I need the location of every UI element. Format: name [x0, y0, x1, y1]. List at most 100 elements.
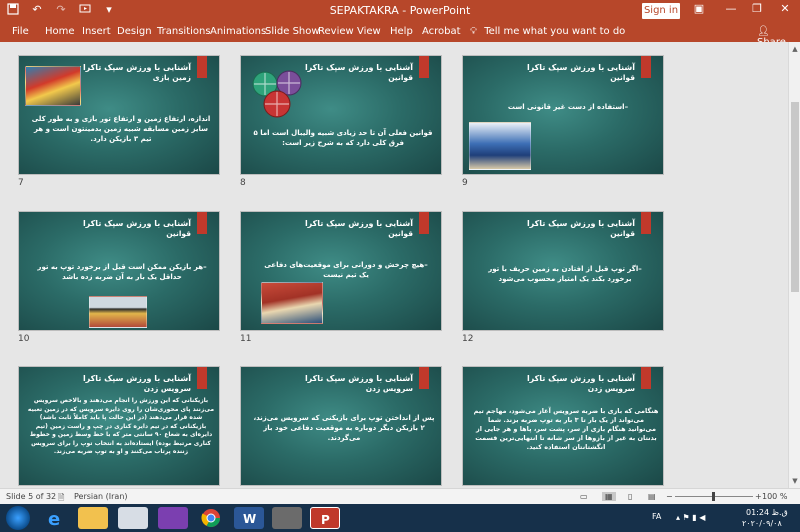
slide-decoration — [641, 367, 651, 389]
slide-number: 8 — [240, 178, 246, 188]
slide-sorter: آشنایی با ورزش سپک تاکرا زمین بازی انداز… — [0, 42, 800, 488]
slide-number: 11 — [240, 334, 252, 344]
slide-body: هنگامی که بازی با ضربه سرویس آغاز می‌شود… — [473, 407, 659, 451]
slide-thumbnail-14[interactable]: آشنایی با ورزش سپک تاکرا سرویس زدن پس از… — [240, 366, 442, 486]
slide-title: آشنایی با ورزش سپک تاکرا — [304, 374, 413, 383]
slide-thumbnail-9[interactable]: آشنایی با ورزش سپک تاکرا قوانین –استفاده… — [462, 55, 664, 175]
slide-decoration — [419, 367, 429, 389]
sepaktakra-net-photo — [89, 296, 147, 328]
scroll-up-icon[interactable]: ▲ — [790, 44, 800, 54]
slide-decoration — [197, 212, 207, 234]
slide-body: –هر بازیکن ممکن است قبل از برخورد توپ به… — [37, 263, 207, 281]
keyboard-language[interactable]: FA — [652, 512, 661, 521]
scrollbar-thumb[interactable] — [791, 102, 799, 292]
slide-subtitle: قوانین — [388, 229, 413, 238]
window-title: SEPAKTAKRA - PowerPoint — [329, 4, 471, 17]
tab-home[interactable]: Home — [45, 26, 75, 37]
tab-transitions[interactable]: Transitions — [157, 26, 211, 37]
slide-number: 9 — [462, 178, 468, 188]
word-icon[interactable]: W — [234, 507, 264, 529]
film-app-icon[interactable] — [272, 507, 302, 529]
slide-number: 7 — [18, 178, 24, 188]
slide-title: آشنایی با ورزش سپک تاکرا — [82, 219, 191, 228]
slide-decoration — [197, 56, 207, 78]
clock-time[interactable]: 01:24 ق.ظ — [746, 508, 788, 517]
slide-decoration — [641, 212, 651, 234]
tell-me-search[interactable]: 💡︎ Tell me what you want to do — [470, 26, 625, 37]
minimize-icon[interactable]: — — [722, 2, 740, 15]
slide-title: آشنایی با ورزش سپک تاکرا — [82, 374, 191, 383]
tab-insert[interactable]: Insert — [82, 26, 111, 37]
zoom-level[interactable]: 100 % — [762, 492, 787, 501]
windows-taskbar: e W P FA ▴ ⚑ ▮ ◀︎ 01:24 ق.ظ ۲۰۲۰/۰۹/۰۸ — [0, 504, 800, 532]
slide-body: اندازه، ارتفاع زمین و ارتفاع تور بازی و … — [31, 115, 211, 143]
tab-acrobat[interactable]: Acrobat — [422, 26, 461, 37]
chrome-icon[interactable] — [196, 507, 226, 529]
slide-title: آشنایی با ورزش سپک تاکرا — [526, 219, 635, 228]
tab-slide-show[interactable]: Slide Show — [265, 26, 320, 37]
slide-thumbnail-13[interactable]: آشنایی با ورزش سپک تاکرا سرویس زدن بازیک… — [18, 366, 220, 486]
internet-explorer-icon[interactable]: e — [40, 507, 70, 530]
clock-date[interactable]: ۲۰۲۰/۰۹/۰۸ — [742, 519, 782, 528]
person-icon: 👤︎ — [757, 26, 770, 37]
file-explorer-icon[interactable] — [78, 507, 108, 529]
notepad-icon[interactable] — [118, 507, 148, 529]
slide-thumbnail-7[interactable]: آشنایی با ورزش سپک تاکرا زمین بازی انداز… — [18, 55, 220, 175]
restore-icon[interactable]: ❐ — [748, 2, 766, 15]
tray-icons[interactable]: ▴ ⚑ ▮ ◀︎ — [676, 513, 705, 522]
slide-body: –هیچ چرخش و دورانی برای موقعیت‌های دفاعی… — [264, 261, 428, 279]
vertical-scrollbar[interactable]: ▲ ▼ — [788, 42, 800, 488]
scroll-down-icon[interactable]: ▼ — [790, 476, 800, 486]
close-icon[interactable]: ✕ — [776, 2, 794, 15]
slide-subtitle: قوانین — [610, 229, 635, 238]
tab-help[interactable]: Help — [390, 26, 413, 37]
slide-body: بازیکنانی که این ورزش را انجام می‌دهند و… — [27, 397, 215, 455]
sepaktakra-kick-photo — [469, 122, 531, 170]
slide-decoration — [419, 212, 429, 234]
start-button[interactable] — [6, 506, 30, 530]
language-indicator[interactable]: Persian (Iran) — [74, 492, 128, 501]
normal-view-icon[interactable]: ▭ — [580, 492, 588, 501]
reading-view-icon[interactable]: ▯ — [628, 492, 632, 501]
tab-animations[interactable]: Animations — [210, 26, 266, 37]
lightbulb-icon: 💡︎ — [470, 26, 477, 37]
status-bar: Slide 5 of 32 🗎︎ Persian (Iran) ▭ ▦ ▯ ▤ … — [0, 488, 800, 504]
svg-text:e: e — [48, 509, 60, 529]
slide-number: 12 — [462, 334, 474, 344]
svg-text:P: P — [321, 513, 330, 527]
sepaktakra-defense-photo — [261, 282, 323, 324]
powerpoint-icon[interactable]: P — [310, 507, 340, 529]
slide-thumbnail-12[interactable]: آشنایی با ورزش سپک تاکرا قوانین –اگر توپ… — [462, 211, 664, 331]
slide-subtitle: سرویس زدن — [143, 384, 191, 393]
tab-view[interactable]: View — [357, 26, 381, 37]
sepaktakra-balls-photo — [252, 70, 302, 118]
slide-thumbnail-10[interactable]: آشنایی با ورزش سپک تاکرا قوانین –هر بازی… — [18, 211, 220, 331]
sepaktakra-player-photo — [25, 66, 81, 106]
tab-design[interactable]: Design — [117, 26, 152, 37]
tab-review[interactable]: Review — [318, 26, 354, 37]
ribbon-display-options-icon[interactable]: ▣ — [690, 2, 708, 15]
slide-body: پس از انداختن توپ برای بازیکنی که سرویس … — [253, 414, 435, 442]
slide-thumbnail-11[interactable]: آشنایی با ورزش سپک تاکرا قوانین –هیچ چرخ… — [240, 211, 442, 331]
slide-thumbnail-15[interactable]: آشنایی با ورزش سپک تاکرا سرویس زدن هنگام… — [462, 366, 664, 486]
zoom-in-icon[interactable]: + — [755, 492, 762, 501]
slide-decoration — [197, 367, 207, 389]
tab-file[interactable]: File — [12, 26, 29, 37]
zoom-out-icon[interactable]: − — [666, 492, 673, 501]
slide-subtitle: قوانین — [166, 229, 191, 238]
slide-counter: Slide 5 of 32 — [6, 492, 57, 501]
slide-thumbnail-8[interactable]: آشنایی با ورزش سپک تاکرا قوانین قوانین ف… — [240, 55, 442, 175]
title-bar: ↶ ↷ ▾ SEPAKTAKRA - PowerPoint Sign in ▣ … — [0, 0, 800, 22]
slide-subtitle: سرویس زدن — [587, 384, 635, 393]
zoom-slider-thumb[interactable] — [712, 492, 715, 501]
ribbon-tabs: File Home Insert Design Transitions Anim… — [0, 22, 800, 48]
slide-show-view-icon[interactable]: ▤ — [648, 492, 656, 501]
slide-title: آشنایی با ورزش سپک تاکرا — [526, 63, 635, 72]
slide-title: آشنایی با ورزش سپک تاکرا — [304, 219, 413, 228]
sign-in-button[interactable]: Sign in — [642, 3, 680, 19]
slide-sorter-view-icon[interactable]: ▦ — [602, 492, 616, 501]
visual-studio-icon[interactable] — [158, 507, 188, 529]
slide-body: –استفاده از دست غیر قانونی است — [507, 103, 629, 111]
slide-body: –اگر توپ قبل از افتادن به زمین حریف با ت… — [488, 265, 642, 283]
slide-decoration — [641, 56, 651, 78]
